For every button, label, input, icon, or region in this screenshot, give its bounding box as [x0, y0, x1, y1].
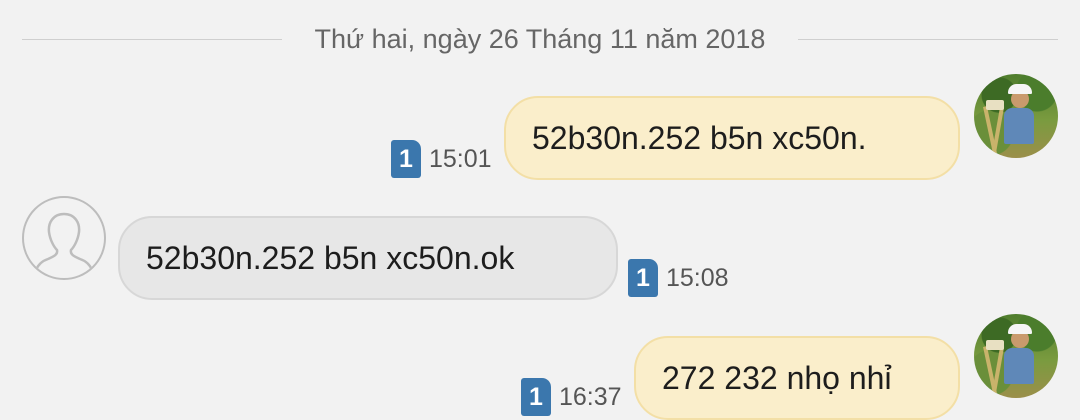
message-meta: 1 15:01	[391, 140, 492, 178]
sim-card-icon: 1	[521, 378, 551, 416]
user-avatar[interactable]	[974, 74, 1058, 158]
contact-avatar[interactable]	[22, 196, 106, 280]
sim-card-icon: 1	[628, 259, 658, 297]
default-contact-avatar-icon	[34, 212, 94, 272]
message-text: 52b30n.252 b5n xc50n.ok	[146, 239, 515, 276]
message-bubble-outgoing[interactable]: 52b30n.252 b5n xc50n.	[504, 96, 960, 180]
user-avatar[interactable]	[974, 314, 1058, 398]
message-text: 52b30n.252 b5n xc50n.	[532, 119, 867, 156]
message-time: 15:08	[666, 263, 729, 292]
message-bubble-outgoing[interactable]: 272 232 nhọ nhỉ	[634, 336, 960, 420]
message-text: 272 232 nhọ nhỉ	[662, 359, 892, 396]
divider-line-right	[798, 39, 1058, 40]
sim-card-icon: 1	[391, 140, 421, 178]
message-time: 15:01	[429, 144, 492, 173]
date-divider: Thứ hai, ngày 26 Tháng 11 năm 2018	[0, 18, 1080, 62]
message-bubble-incoming[interactable]: 52b30n.252 b5n xc50n.ok	[118, 216, 618, 300]
message-meta: 1 16:37	[521, 378, 622, 416]
message-meta: 1 15:08	[628, 259, 729, 297]
message-time: 16:37	[559, 382, 622, 411]
